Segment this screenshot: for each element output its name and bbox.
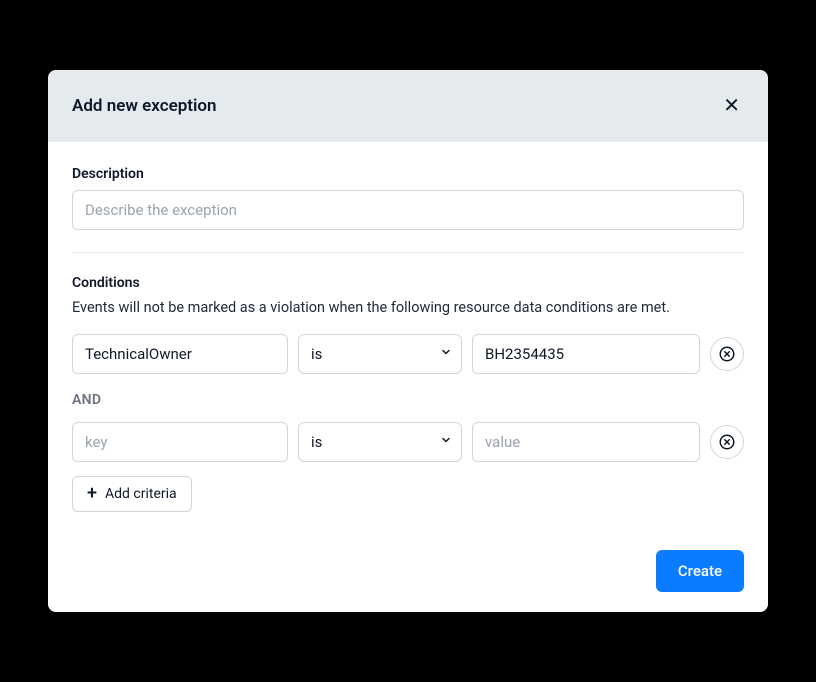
condition-operator-select[interactable]: is	[298, 422, 462, 462]
close-icon: ✕	[723, 95, 740, 117]
condition-row: is	[72, 334, 744, 374]
modal-header: Add new exception ✕	[48, 70, 768, 142]
condition-value-input[interactable]	[472, 334, 700, 374]
condition-key-input[interactable]	[72, 422, 288, 462]
remove-circle-icon	[718, 433, 736, 451]
modal-footer: Create	[72, 550, 744, 592]
conditions-section: Conditions Events will not be marked as …	[72, 275, 744, 512]
description-section: Description	[72, 166, 744, 253]
condition-row: is	[72, 422, 744, 462]
plus-icon: +	[87, 485, 97, 503]
condition-value-input[interactable]	[472, 422, 700, 462]
create-button[interactable]: Create	[656, 550, 744, 592]
modal-title: Add new exception	[72, 96, 217, 116]
modal-body: Description Conditions Events will not b…	[48, 142, 768, 612]
conditions-subtext: Events will not be marked as a violation…	[72, 299, 744, 316]
conditions-heading: Conditions	[72, 275, 744, 291]
description-label: Description	[72, 166, 744, 182]
close-button[interactable]: ✕	[719, 92, 744, 120]
add-criteria-label: Add criteria	[105, 486, 177, 502]
add-exception-modal: Add new exception ✕ Description Conditio…	[48, 70, 768, 612]
condition-operator-select[interactable]: is	[298, 334, 462, 374]
remove-condition-button[interactable]	[710, 337, 744, 371]
remove-condition-button[interactable]	[710, 425, 744, 459]
add-criteria-button[interactable]: + Add criteria	[72, 476, 192, 512]
and-label: AND	[72, 392, 744, 408]
remove-circle-icon	[718, 345, 736, 363]
description-input[interactable]	[72, 190, 744, 230]
condition-key-input[interactable]	[72, 334, 288, 374]
